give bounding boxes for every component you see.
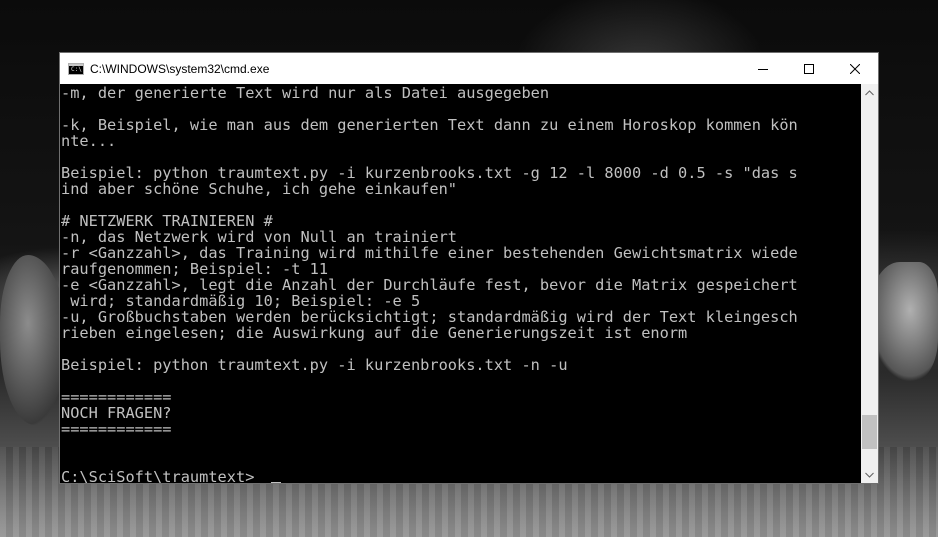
text-cursor [271, 482, 281, 483]
console-line: Beispiel: python traumtext.py -i kurzenb… [61, 356, 568, 374]
maximize-button[interactable] [786, 53, 832, 84]
maximize-icon [804, 63, 814, 74]
console-line: wird; standardmäßig 10; Beispiel: -e 5 [61, 292, 421, 310]
window-title: C:\WINDOWS\system32\cmd.exe [90, 61, 270, 76]
console-output[interactable]: -m, der generierte Text wird nur als Dat… [60, 84, 860, 483]
close-button[interactable] [832, 53, 878, 84]
console-line: -u, Großbuchstaben werden berücksichtigt… [61, 308, 798, 326]
console-line: nte... [61, 132, 117, 150]
close-icon [850, 63, 860, 74]
console-line: rieben eingelesen; die Auswirkung auf di… [61, 324, 688, 342]
title-bar[interactable]: C:\ C:\WINDOWS\system32\cmd.exe [60, 53, 878, 84]
window-controls [740, 53, 878, 84]
console-line: -e <Ganzzahl>, legt die Anzahl der Durch… [61, 276, 798, 294]
console-line: NOCH FRAGEN? [61, 404, 172, 422]
console-line: # NETZWERK TRAINIEREN # [61, 212, 273, 230]
scroll-down-button[interactable] [861, 466, 878, 483]
vertical-scrollbar[interactable] [861, 84, 878, 483]
console-line: ============ [61, 420, 172, 438]
console-line: -n, das Netzwerk wird von Null an traini… [61, 228, 458, 246]
cmd-window[interactable]: C:\ C:\WINDOWS\system32\cmd.exe -m, der … [59, 52, 879, 484]
console-line: raufgenommen; Beispiel: -t 11 [61, 260, 329, 278]
console-line: -m, der generierte Text wird nur als Dat… [61, 84, 550, 102]
minimize-icon [758, 68, 768, 70]
console-line: C:\SciSoft\traumtext> [61, 468, 255, 483]
minimize-button[interactable] [740, 53, 786, 84]
scrollbar-thumb[interactable] [862, 415, 877, 450]
console-line: Beispiel: python traumtext.py -i kurzenb… [61, 164, 798, 182]
console-line: -r <Ganzzahl>, das Training wird mithilf… [61, 244, 798, 262]
cmd-icon[interactable]: C:\ [68, 62, 84, 75]
scroll-down-arrow-icon [865, 472, 874, 478]
console-line: ============ [61, 388, 172, 406]
console-line: -k, Beispiel, wie man aus dem generierte… [61, 116, 798, 134]
console-line: ind aber schöne Schuhe, ich gehe einkauf… [61, 180, 458, 198]
scroll-up-button[interactable] [861, 84, 878, 101]
scroll-up-arrow-icon [865, 89, 874, 95]
